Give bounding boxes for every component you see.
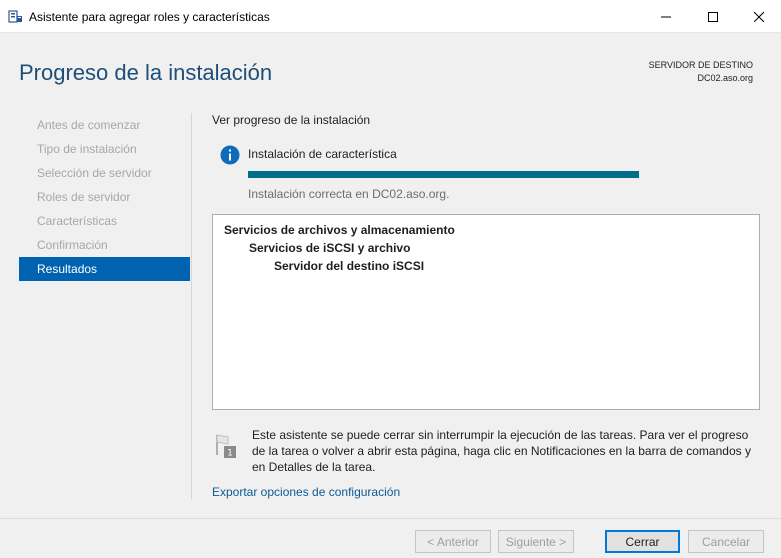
nav-item-resultados[interactable]: Resultados bbox=[19, 257, 190, 281]
title-bar: Asistente para agregar roles y caracterí… bbox=[0, 0, 781, 33]
result-item: Servicios de archivos y almacenamiento bbox=[224, 223, 455, 237]
window-title: Asistente para agregar roles y caracterí… bbox=[29, 10, 270, 24]
close-window-button[interactable] bbox=[736, 0, 781, 33]
wizard-footer: < Anterior Siguiente > Cerrar Cancelar bbox=[0, 518, 781, 558]
destination-server: DC02.aso.org bbox=[697, 73, 753, 83]
note-badge: 1 bbox=[227, 449, 233, 459]
status-detail: Instalación correcta en DC02.aso.org. bbox=[248, 187, 450, 201]
progress-fill bbox=[248, 171, 639, 178]
page-title: Progreso de la instalación bbox=[19, 60, 273, 85]
nav-item-roles-de-servidor: Roles de servidor bbox=[37, 190, 131, 204]
destination-server-info: SERVIDOR DE DESTINO DC02.aso.org bbox=[649, 59, 753, 85]
results-list[interactable]: Servicios de archivos y almacenamiento S… bbox=[212, 214, 760, 410]
server-manager-icon bbox=[8, 10, 22, 23]
next-button[interactable]: Siguiente > bbox=[498, 530, 574, 553]
wizard-steps-nav: Antes de comenzar Tipo de instalación Se… bbox=[19, 113, 190, 281]
cancel-button[interactable]: Cancelar bbox=[688, 530, 764, 553]
wizard-content: Progreso de la instalación SERVIDOR DE D… bbox=[0, 34, 781, 518]
nav-item-caracteristicas: Características bbox=[37, 214, 118, 228]
close-button[interactable]: Cerrar bbox=[605, 530, 680, 553]
result-item: Servidor del destino iSCSI bbox=[274, 259, 425, 273]
nav-item-tipo-de-instalacion: Tipo de instalación bbox=[37, 142, 137, 156]
note-text: Este asistente se puede cerrar sin inter… bbox=[252, 428, 751, 474]
flag-notification-icon: 1 bbox=[216, 434, 236, 459]
close-icon bbox=[754, 11, 764, 22]
result-item: Servicios de iSCSI y archivo bbox=[249, 241, 411, 255]
info-icon bbox=[220, 145, 240, 165]
nav-item-antes-de-comenzar: Antes de comenzar bbox=[37, 118, 141, 132]
nav-divider bbox=[191, 113, 192, 499]
maximize-icon bbox=[708, 11, 718, 22]
maximize-button[interactable] bbox=[690, 0, 736, 33]
minimize-button[interactable] bbox=[643, 0, 689, 33]
nav-item-confirmacion: Confirmación bbox=[37, 238, 108, 252]
export-config-link[interactable]: Exportar opciones de configuración bbox=[212, 485, 400, 499]
status-heading: Instalación de característica bbox=[248, 147, 397, 161]
minimize-icon bbox=[661, 16, 671, 17]
section-heading: Ver progreso de la instalación bbox=[212, 113, 371, 127]
previous-button[interactable]: < Anterior bbox=[415, 530, 491, 553]
destination-label: SERVIDOR DE DESTINO bbox=[648, 60, 753, 70]
nav-item-seleccion-de-servidor: Selección de servidor bbox=[37, 166, 152, 180]
installation-progress-bar bbox=[248, 171, 639, 178]
